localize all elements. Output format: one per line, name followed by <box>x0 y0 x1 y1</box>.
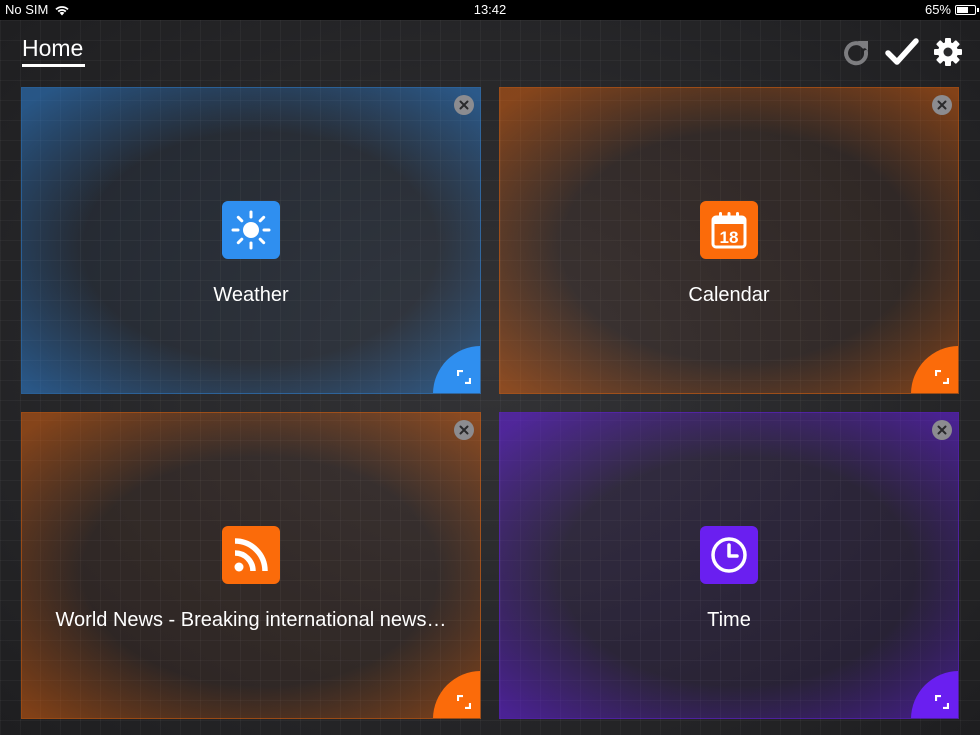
close-icon <box>459 100 469 110</box>
calendar-day: 18 <box>720 228 739 247</box>
remove-tile-button[interactable] <box>454 420 474 440</box>
news-app-icon <box>222 526 280 584</box>
weather-app-icon <box>222 201 280 259</box>
battery-fill <box>957 7 969 13</box>
status-bar: No SIM 13:42 65% <box>0 0 980 20</box>
resize-icon <box>935 370 949 384</box>
close-icon <box>459 425 469 435</box>
calendar-icon: 18 <box>711 212 747 249</box>
calendar-app-icon: 18 <box>700 201 758 259</box>
rss-icon <box>234 538 268 572</box>
resize-icon <box>935 695 949 709</box>
refresh-icon <box>844 41 869 66</box>
battery-percent: 65% <box>924 2 951 17</box>
refresh-button[interactable] <box>838 34 874 70</box>
remove-tile-button[interactable] <box>454 95 474 115</box>
toolbar <box>828 34 966 70</box>
gear-icon <box>934 38 962 66</box>
sun-icon <box>231 210 271 250</box>
status-time: 13:42 <box>473 2 507 17</box>
status-right: 65% <box>924 0 979 20</box>
clock-icon <box>711 537 747 573</box>
tile-label: Weather <box>213 284 289 306</box>
time-app-icon <box>700 526 758 584</box>
tile-label: World News - Breaking international news… <box>55 609 447 631</box>
widget-tile-weather[interactable]: Weather <box>21 87 481 394</box>
tile-label: Time <box>707 609 751 631</box>
close-icon <box>937 425 947 435</box>
widget-tile-time[interactable]: Time <box>499 412 959 719</box>
page-title[interactable]: Home <box>22 35 83 62</box>
remove-tile-button[interactable] <box>932 95 952 115</box>
title-underline <box>22 64 85 67</box>
settings-button[interactable] <box>930 34 966 70</box>
widget-tile-world-news[interactable]: World News - Breaking international news… <box>21 412 481 719</box>
checkmark-icon <box>885 38 919 65</box>
battery-nub <box>977 8 979 12</box>
remove-tile-button[interactable] <box>932 420 952 440</box>
resize-icon <box>457 370 471 384</box>
widget-tile-calendar[interactable]: 18 Calendar <box>499 87 959 394</box>
tile-label: Calendar <box>688 284 770 306</box>
close-icon <box>937 100 947 110</box>
done-button[interactable] <box>884 34 920 70</box>
resize-icon <box>457 695 471 709</box>
battery-icon <box>955 5 979 15</box>
